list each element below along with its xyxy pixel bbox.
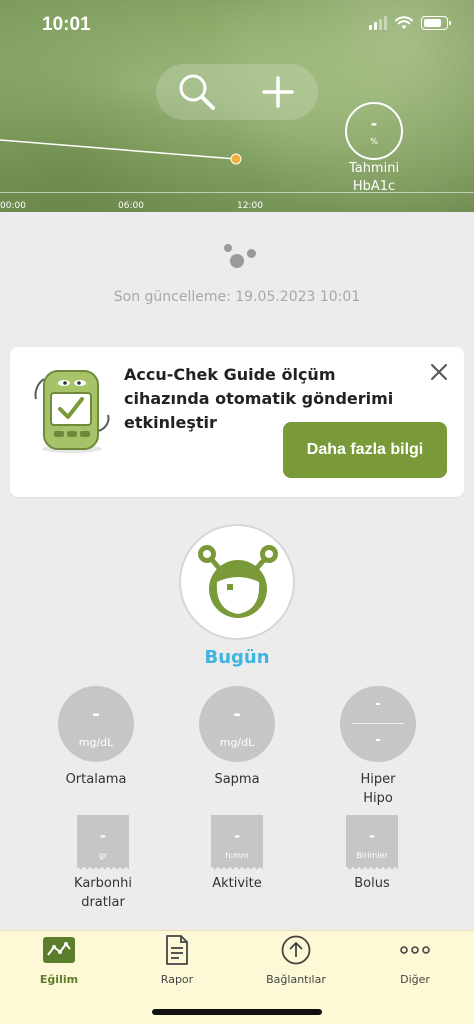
close-icon (431, 364, 447, 380)
carbs-value: - (99, 827, 107, 845)
search-button[interactable] (169, 64, 225, 120)
deviation-value: - (233, 704, 241, 725)
monster-icon (198, 545, 278, 618)
hba1c-value: - (370, 114, 378, 133)
tab-connections-label: Bağlantılar (266, 973, 326, 986)
hyper-hypo-divider (352, 723, 404, 724)
glucose-trend-line (0, 139, 242, 165)
trend-header: 10:01 - % Tahmini HbA1c 00:00 06:00 12:0… (0, 0, 474, 212)
tab-connections[interactable]: Bağlantılar (246, 935, 346, 986)
average-label: Ortalama (65, 772, 127, 787)
bolus-label: Bolus (354, 876, 390, 891)
carbs-label-line2: dratlar (81, 895, 125, 910)
hyper-hypo-label: Hiper Hipo (328, 770, 428, 808)
time-tick: 12:00 (237, 201, 263, 211)
bolus-stat[interactable]: - Birimler (346, 815, 398, 871)
tab-more[interactable]: Diğer (365, 935, 465, 986)
bolus-unit: Birimler (356, 851, 388, 860)
header-actions (156, 64, 318, 120)
hba1c-unit: % (370, 137, 378, 146)
add-entry-button[interactable] (250, 64, 306, 120)
status-icons (369, 16, 451, 30)
close-promo-button[interactable] (428, 361, 450, 383)
deviation-stat[interactable]: - mg/dL (199, 686, 275, 762)
glucose-point[interactable] (230, 153, 242, 165)
time-tick: 06:00 (118, 201, 144, 211)
tab-report-label: Rapor (160, 973, 194, 986)
more-info-button[interactable]: Daha fazla bilgi (283, 422, 447, 478)
meter-mascot-icon (34, 370, 110, 453)
hba1c-badge[interactable]: - % (345, 102, 403, 160)
plus-icon (261, 76, 294, 108)
hypo-value: - (375, 732, 381, 748)
hyper-label: Hiper (360, 772, 396, 787)
loading-spinner-icon (222, 242, 262, 272)
cellular-signal-icon (369, 16, 387, 30)
carbs-unit: gr (98, 851, 108, 860)
average-stat[interactable]: - mg/dL (58, 686, 134, 762)
more-icon (400, 946, 430, 954)
carbs-label: Karbonhi dratlar (53, 874, 153, 912)
wifi-icon (395, 16, 413, 29)
carbs-label-line1: Karbonhi (74, 876, 132, 891)
activity-unit: h:mm (225, 851, 249, 860)
carbs-stat[interactable]: - gr (77, 815, 129, 871)
status-time: 10:01 (42, 14, 91, 35)
trend-icon (43, 937, 75, 963)
tab-trend-label: Eğilim (39, 973, 79, 986)
upload-icon (281, 935, 311, 965)
deviation-label: Sapma (214, 772, 260, 787)
tab-report[interactable]: Rapor (127, 935, 227, 986)
today-label[interactable]: Bugün (0, 647, 474, 668)
activity-value: - (233, 827, 241, 845)
search-icon (179, 74, 215, 110)
tab-more-label: Diğer (400, 973, 430, 986)
hyper-value: - (375, 696, 381, 712)
report-icon (166, 935, 188, 965)
home-indicator (152, 1009, 322, 1015)
hba1c-label-line1: Tahmini (348, 161, 400, 176)
activity-label: Aktivite (212, 876, 262, 891)
time-axis: 00:00 06:00 12:00 (0, 192, 474, 212)
battery-icon (421, 16, 451, 30)
last-update-text: Son güncelleme: 19.05.2023 10:01 (113, 289, 361, 305)
deviation-unit: mg/dL (219, 736, 255, 749)
bolus-value: - (368, 827, 376, 845)
hyper-hypo-stat[interactable]: - - (340, 686, 416, 762)
activity-stat[interactable]: - h:mm (211, 815, 263, 871)
average-unit: mg/dL (78, 736, 114, 749)
tab-trend[interactable]: Eğilim (9, 935, 109, 986)
time-tick: 00:00 (0, 201, 26, 211)
average-value: - (92, 704, 100, 725)
auto-send-promo-card: Accu-Chek Guide ölçüm cihazında otomatik… (10, 347, 464, 497)
status-bar: 10:01 (0, 12, 474, 42)
hypo-label: Hipo (363, 791, 393, 806)
mysugr-monster-avatar[interactable] (179, 524, 295, 640)
hba1c-label: Tahmini HbA1c (340, 160, 408, 196)
